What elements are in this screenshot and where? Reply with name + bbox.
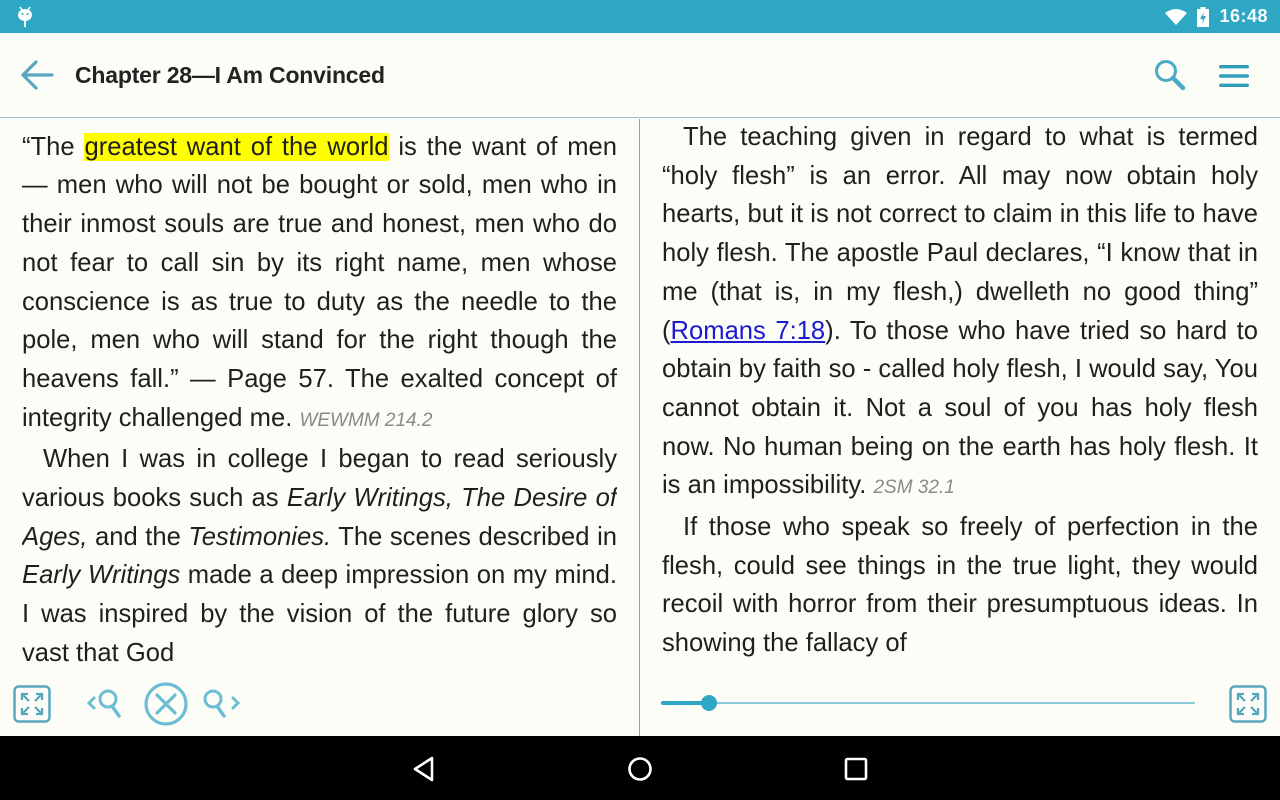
left-reading-pane[interactable]: “The greatest want of the world is the w… [0,119,639,736]
partial-line [22,119,617,128]
right-text-area[interactable]: The teaching given in regard to what is … [662,119,1258,679]
reference-code[interactable]: WEWMM 214.2 [299,410,432,431]
expand-fullscreen-icon[interactable] [13,685,51,723]
nav-recents-icon[interactable] [841,754,871,784]
app-bar: Chapter 28—I Am Convinced [0,33,1280,118]
nav-home-icon[interactable] [625,754,655,784]
chapter-title: Chapter 28—I Am Convinced [75,62,385,88]
battery-charging-icon [1197,6,1210,27]
text: “The [22,132,85,161]
text: The scenes described in [331,522,617,551]
wifi-icon [1165,8,1188,25]
expand-fullscreen-icon[interactable] [1229,685,1267,723]
reference-code[interactable]: 2SM 32.1 [873,477,954,498]
right-reading-pane[interactable]: The teaching given in regard to what is … [640,119,1280,736]
paragraph: “The greatest want of the world is the w… [22,128,617,441]
book-title: Early Writings, [286,484,453,513]
close-circle-icon[interactable] [143,681,189,727]
text: If those who speak so freely of perfecti… [662,513,1258,658]
hamburger-menu-icon[interactable] [1218,64,1250,88]
text [453,484,461,512]
left-text-area[interactable]: “The greatest want of the world is the w… [22,119,617,679]
android-debug-icon [18,6,32,27]
book-title: Early Writings [22,561,181,590]
clock: 16:48 [1219,6,1268,26]
arrow-left-icon[interactable] [20,59,56,91]
status-bar: 16:48 [0,0,1280,33]
slider-thumb[interactable] [701,695,718,711]
search-icon[interactable] [1153,58,1187,92]
progress-slider[interactable] [661,693,1195,713]
paragraph: When I was in college I began to read se… [22,440,617,672]
slider-track [661,702,1195,704]
text: is the want of men — men who will not be… [22,132,617,432]
paragraph: The teaching given in regard to what is … [662,119,1258,508]
search-highlight[interactable]: greatest want of the world [84,132,389,161]
nav-back-icon[interactable] [410,754,440,784]
paragraph: If those who speak so freely of perfecti… [662,508,1258,663]
book-title: Testimonies. [188,522,332,551]
search-previous-icon[interactable] [86,687,130,721]
system-nav-bar [0,736,1280,800]
text: and the [87,522,189,551]
text: The teaching given in regard to what is … [662,123,1258,345]
scripture-link[interactable]: Romans 7:18 [671,317,826,345]
search-next-icon[interactable] [202,687,246,721]
